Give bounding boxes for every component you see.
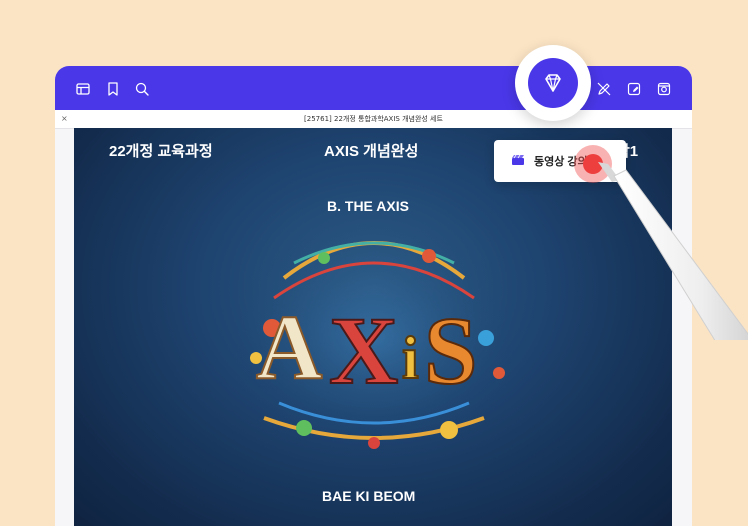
art-letter-x: X	[329, 297, 398, 404]
premium-button[interactable]	[515, 45, 591, 121]
book-cover-page[interactable]: 22개정 교육과정 AXIS 개념완성 학1 B. THE AXIS A X i…	[74, 128, 672, 526]
art-letter-i: i	[402, 325, 419, 391]
cover-curriculum: 22개정 교육과정	[109, 143, 213, 160]
search-icon[interactable]	[134, 81, 150, 97]
bookmark-icon[interactable]	[105, 81, 121, 97]
pen-off-icon[interactable]	[596, 81, 612, 97]
cover-publisher: B. THE AXIS	[327, 198, 409, 214]
document-title-bar: × [25761] 22개정 통합과학AXIS 개념완성 세트	[55, 110, 692, 129]
cover-author: BAE KI BEOM	[322, 488, 416, 504]
edit-page-icon[interactable]	[626, 81, 642, 97]
settings-icon[interactable]	[656, 81, 672, 97]
art-letter-s: S	[424, 297, 477, 404]
close-icon[interactable]: ×	[61, 110, 68, 128]
document-title: [25761] 22개정 통합과학AXIS 개념완성 세트	[304, 115, 443, 123]
top-toolbar	[55, 66, 692, 110]
clapperboard-icon	[512, 155, 524, 165]
axis-cover-artwork: A X i S	[224, 223, 524, 453]
sidebar-icon[interactable]	[75, 81, 91, 97]
diamond-icon	[528, 58, 578, 108]
stylus-pencil	[598, 162, 748, 340]
cover-series-title: AXIS 개념완성	[324, 143, 419, 160]
art-letter-a: A	[256, 296, 322, 398]
